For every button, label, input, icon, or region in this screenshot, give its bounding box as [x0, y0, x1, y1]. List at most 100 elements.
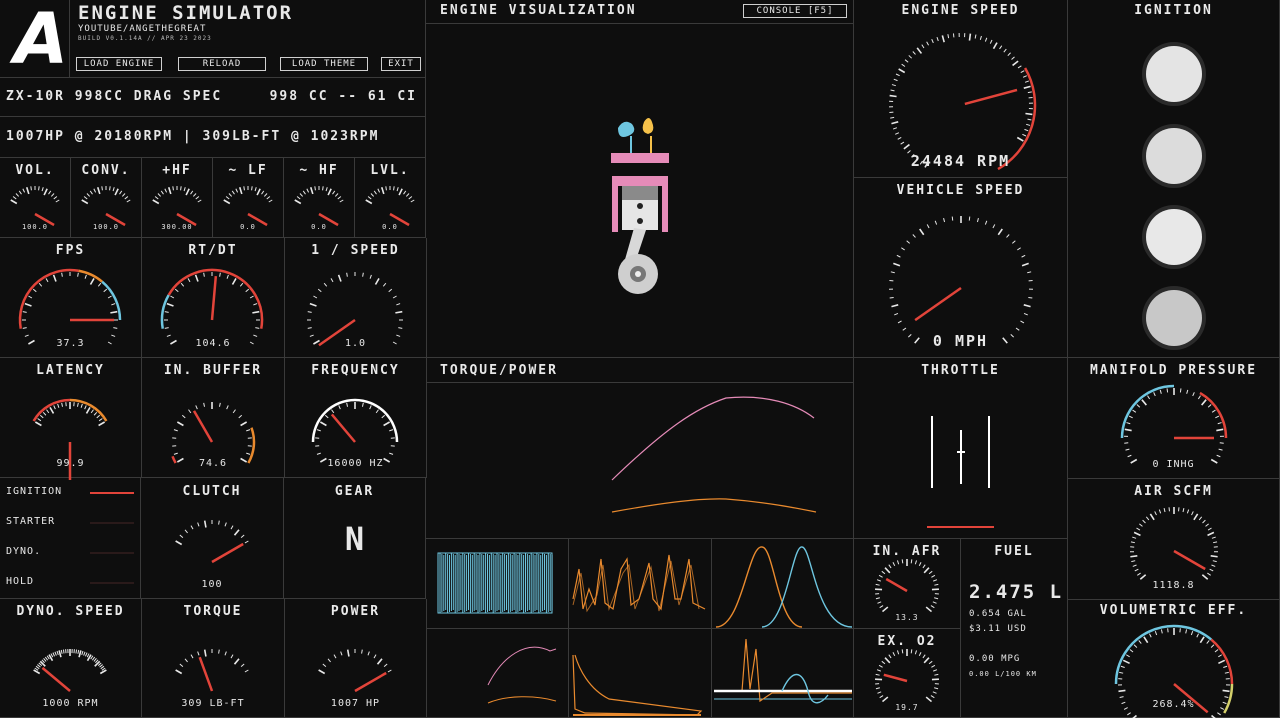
throttle-panel: THROTTLE: [854, 358, 1068, 539]
throttle-indicator: [927, 416, 994, 528]
manifold-pressure-panel: MANIFOLD PRESSURE 0 INHG: [1068, 358, 1280, 479]
ignition-cylinder-3: [1146, 209, 1202, 265]
mixer-0-value: 100.0: [21, 223, 49, 231]
mixer-4-panel: ~ HF 0.0: [284, 158, 355, 238]
scope-waveform: [426, 539, 569, 629]
build-info: BUILD V0.1.14A // APR 23 2023: [78, 35, 212, 42]
o2-value: 19.7: [895, 703, 919, 712]
fuel-gallons: 0.654 GAL: [969, 609, 1027, 619]
ignition-cylinder-4: [1146, 290, 1202, 346]
logo: A: [14, 0, 69, 80]
exit-button[interactable]: EXIT: [381, 57, 421, 71]
engine-peak-row: 1007HP @ 20180RPM | 309LB-FT @ 1023RPM: [0, 117, 426, 158]
switch-indicator: [90, 492, 134, 494]
engine-cylinder-drawing: [611, 118, 669, 294]
mixer-0-panel: VOL. 100.0: [0, 158, 71, 238]
audio-0-panel: LATENCY 99.9: [0, 358, 142, 480]
bottom-1-panel: TORQUE 309 LB-FT: [142, 599, 285, 718]
switch-hold[interactable]: HOLD: [6, 576, 134, 590]
audio-1-value: 74.6: [198, 458, 228, 469]
fuel-mpg: 0.00 MPG: [969, 654, 1021, 664]
engine-displacement: 998 CC -- 61 CI: [269, 89, 417, 104]
switch-label: DYNO.: [6, 546, 42, 557]
air-scfm-panel: AIR SCFM 1118.8: [1068, 479, 1280, 600]
perf-2-value: 1.0: [344, 338, 367, 349]
manifold-value: 0 INHG: [1152, 459, 1195, 470]
switch-starter[interactable]: STARTER: [6, 516, 134, 530]
scope-pv-small: [426, 629, 569, 718]
audio-1-panel: IN. BUFFER 74.6: [142, 358, 285, 478]
mixer-4-value: 0.0: [311, 223, 327, 231]
engine-speed-value: 24484 RPM: [910, 152, 1011, 170]
ignition-cylinder-1: [1146, 46, 1202, 102]
engine-visualization-panel: ENGINE VISUALIZATION CONSOLE [F5]: [426, 0, 854, 358]
vehicle-speed-gauge: [889, 216, 1033, 344]
switch-panel: IGNITION STARTER DYNO. HOLD: [0, 478, 141, 599]
logo-block: A: [0, 0, 70, 80]
fuel-liters: 2.475 L: [969, 581, 1064, 603]
bottom-0-panel: DYNO. SPEED 1000 RPM: [0, 599, 142, 718]
volumetric-eff-panel: VOLUMETRIC EFF. 268.4%: [1068, 600, 1280, 718]
vehicle-speed-panel: VEHICLE SPEED 0 MPH: [854, 178, 1068, 358]
switch-indicator: [90, 552, 134, 554]
bottom-1-value: 309 LB-FT: [181, 698, 245, 709]
bottom-2-panel: POWER 1007 HP: [285, 599, 427, 718]
switch-indicator: [90, 522, 134, 524]
ignition-title: IGNITION: [1134, 3, 1213, 18]
torque-power-panel: TORQUE/POWER: [426, 358, 854, 539]
clutch-value: 100: [201, 579, 223, 590]
engine-peak: 1007HP @ 20180RPM | 309LB-FT @ 1023RPM: [6, 129, 380, 144]
perf-0-panel: FPS 37.3: [0, 238, 142, 358]
fuel-title: FUEL: [994, 544, 1034, 559]
switch-dyno[interactable]: DYNO.: [6, 546, 134, 560]
mixer-5-panel: LVL. 0.0: [355, 158, 426, 238]
perf-1-panel: RT/DT 104.6: [142, 238, 285, 358]
ve-value: 268.4%: [1152, 699, 1195, 710]
clutch-panel: CLUTCH 100: [141, 478, 284, 599]
gear-title: GEAR: [334, 484, 375, 499]
mixer-5-value: 0.0: [382, 223, 398, 231]
switch-indicator: [90, 582, 134, 584]
audio-2-panel: FREQUENCY 16000 HZ: [285, 358, 427, 478]
fuel-panel: FUEL 2.475 L 0.654 GAL $3.11 USD 0.00 MP…: [961, 539, 1068, 718]
vehicle-speed-value: 0 MPH: [932, 332, 989, 350]
fuel-cost: $3.11 USD: [969, 624, 1027, 634]
engine-name: ZX-10R 998CC DRAG SPEC: [6, 89, 223, 104]
engine-name-row: ZX-10R 998CC DRAG SPEC 998 CC -- 61 CI: [0, 78, 426, 117]
load-theme-button[interactable]: LOAD THEME: [280, 57, 368, 71]
app-subtitle: YOUTUBE/ANGETHEGREAT: [78, 24, 207, 34]
mixer-3-value: 0.0: [240, 223, 256, 231]
switch-label: IGNITION: [6, 486, 63, 497]
ignition-panel: IGNITION: [1068, 0, 1280, 358]
mixer-2-value: 300.00: [161, 223, 193, 231]
torque-power-plot: [611, 396, 817, 513]
audio-2-value: 16000 HZ: [327, 458, 384, 469]
ignition-cylinder-2: [1146, 128, 1202, 184]
scope-pv: [569, 629, 712, 718]
scope-cylinder: [712, 629, 854, 718]
gear-panel: GEAR N: [284, 478, 426, 599]
scope-pressure: [569, 539, 712, 629]
engine-speed-panel: ENGINE SPEED 24484 RPM: [854, 0, 1068, 178]
title-block: ENGINE SIMULATOR YOUTUBE/ANGETHEGREAT BU…: [70, 0, 426, 78]
bottom-2-value: 1007 HP: [330, 698, 381, 709]
air-value: 1118.8: [1152, 580, 1195, 591]
in-afr-panel: IN. AFR 13.3: [854, 539, 961, 629]
switch-ignition[interactable]: IGNITION: [6, 486, 134, 500]
mixer-1-panel: CONV. 100.0: [71, 158, 142, 238]
app-title: ENGINE SIMULATOR: [78, 2, 294, 24]
gear-value: N: [344, 520, 365, 558]
scope-flow: [712, 539, 854, 629]
mixer-1-value: 100.0: [92, 223, 120, 231]
reload-button[interactable]: RELOAD: [178, 57, 266, 71]
fuel-l100: 0.00 L/100 KM: [969, 670, 1037, 678]
load-engine-button[interactable]: LOAD ENGINE: [76, 57, 162, 71]
mixer-2-panel: +HF 300.00: [142, 158, 213, 238]
bottom-0-value: 1000 RPM: [42, 698, 99, 709]
mixer-3-panel: ~ LF 0.0: [213, 158, 284, 238]
audio-0-value: 99.9: [56, 458, 85, 469]
perf-1-value: 104.6: [195, 338, 231, 349]
perf-0-value: 37.3: [56, 338, 85, 349]
afr-value: 13.3: [895, 613, 919, 622]
switch-label: STARTER: [6, 516, 56, 527]
